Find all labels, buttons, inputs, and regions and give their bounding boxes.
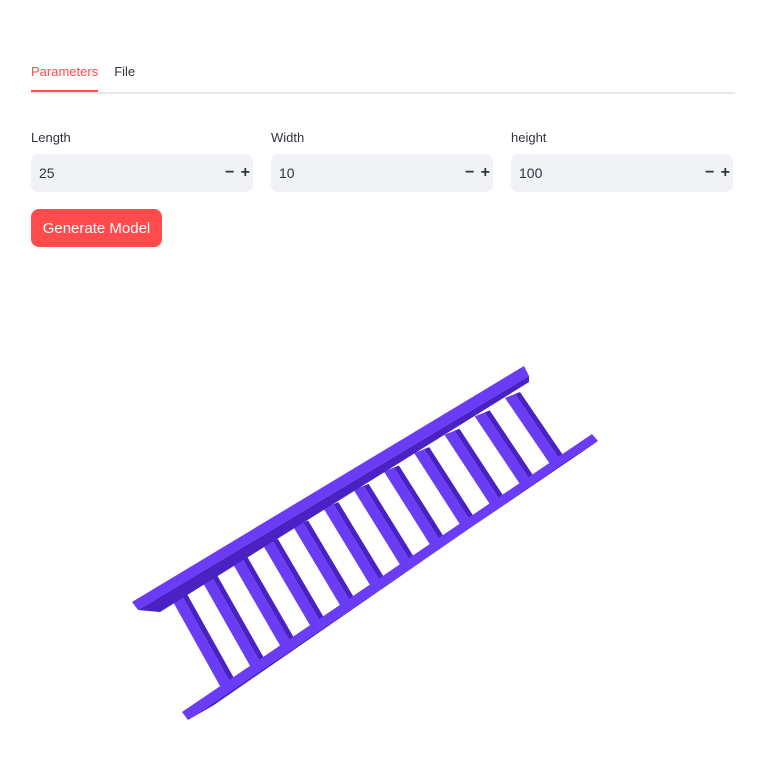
tab-parameters[interactable]: Parameters [31, 56, 99, 92]
height-number-input: − + [511, 154, 733, 192]
minus-icon: − [705, 164, 715, 181]
width-number-input: − + [271, 154, 493, 192]
length-input[interactable] [31, 164, 222, 182]
height-increment-button[interactable]: + [718, 154, 734, 192]
width-decrement-button[interactable]: − [462, 154, 478, 192]
width-increment-button[interactable]: + [478, 154, 494, 192]
height-label: height [511, 130, 547, 145]
height-decrement-button[interactable]: − [702, 154, 718, 192]
ladder-model [132, 366, 598, 720]
model-viewer[interactable] [0, 270, 757, 762]
plus-icon: + [480, 164, 490, 181]
length-label: Length [31, 130, 71, 145]
width-label: Width [271, 130, 305, 145]
minus-icon: − [225, 164, 235, 181]
length-decrement-button[interactable]: − [222, 154, 238, 192]
minus-icon: − [465, 164, 475, 181]
plus-icon: + [240, 164, 250, 181]
length-increment-button[interactable]: + [238, 154, 254, 192]
height-input[interactable] [511, 164, 702, 182]
tab-file[interactable]: File [114, 56, 135, 82]
generate-model-button[interactable]: Generate Model [31, 209, 162, 247]
plus-icon: + [720, 164, 730, 181]
ladder-rung-side [515, 392, 567, 463]
app-root: Parameters File Length − + Width − + hei… [0, 0, 757, 762]
tab-bar: Parameters File [31, 56, 735, 94]
width-input[interactable] [271, 164, 462, 182]
length-number-input: − + [31, 154, 253, 192]
